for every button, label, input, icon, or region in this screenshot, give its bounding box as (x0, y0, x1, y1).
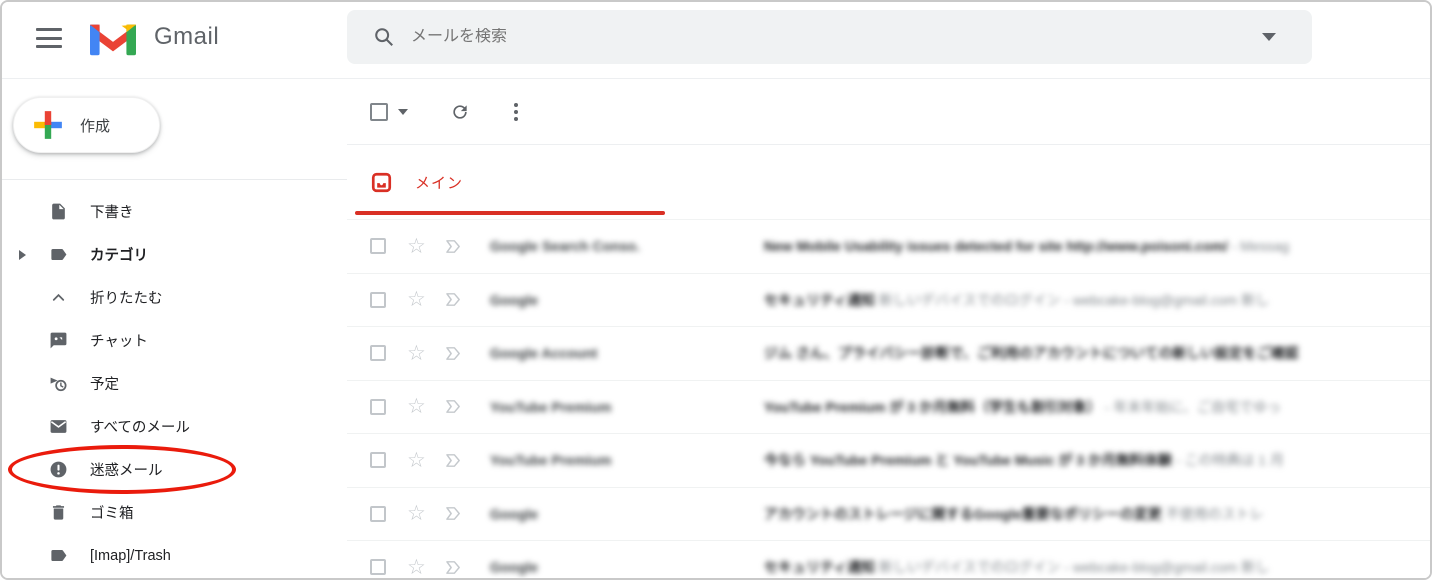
email-row[interactable]: ☆ Google セキュリティ通知 新しいデバイスでのログイン - webcak… (347, 541, 1430, 578)
importance-marker-icon[interactable] (443, 450, 464, 471)
star-icon[interactable]: ☆ (407, 343, 426, 364)
sidebar: 作成 下書きカテゴリ折りたたむチャット予定すべてのメール迷惑メールゴミ箱 [Ima… (2, 79, 347, 578)
sidebar-item-label: [Imap]/Trash (90, 548, 171, 564)
search-icon (373, 26, 395, 48)
sidebar-item-1[interactable]: カテゴリ (2, 233, 347, 276)
email-subject-snippet: アカウントのストレージに関するGoogle重要なポリシーの変更 不使用のストレ (764, 504, 1430, 524)
importance-marker-icon[interactable] (443, 396, 464, 417)
email-row[interactable]: ☆ Google セキュリティ通知 新しいデバイスでのログイン - webcak… (347, 274, 1430, 328)
sidebar-item-label: すべてのメール (90, 416, 190, 437)
gmail-logo-icon (90, 20, 136, 56)
compose-button[interactable]: 作成 (13, 97, 160, 153)
sidebar-item-label: カテゴリ (90, 244, 148, 265)
row-checkbox[interactable] (370, 345, 386, 361)
tab-primary[interactable]: メイン (355, 145, 665, 219)
list-toolbar (347, 79, 1430, 145)
email-subject-snippet: YouTube Premium が 3 か月無料（学生も割引対象） - 年末年始… (764, 397, 1430, 417)
search-options-caret-icon[interactable] (1262, 33, 1276, 41)
trash-icon (48, 503, 68, 523)
sidebar-item-3[interactable]: チャット (2, 319, 347, 362)
spam-icon (48, 460, 68, 480)
importance-marker-icon[interactable] (443, 236, 464, 257)
draft-icon (48, 202, 68, 222)
email-sender: YouTube Premium (490, 399, 752, 415)
email-subject-snippet: 今なら YouTube Premium と YouTube Music が 3 … (764, 450, 1430, 470)
compose-plus-icon (32, 109, 64, 141)
importance-marker-icon[interactable] (443, 557, 464, 578)
email-sender: Google Search Conso. (490, 238, 752, 254)
email-subject-snippet: ジム さん、プライバシー診断で、ご利用のアカウントについての新しい設定をご確認 (764, 343, 1430, 363)
sidebar-item-label: 折りたたむ (90, 287, 163, 308)
sidebar-item-7[interactable]: ゴミ箱 (2, 491, 347, 534)
sidebar-item-4[interactable]: 予定 (2, 362, 347, 405)
tab-primary-label: メイン (415, 172, 463, 193)
sidebar-item-5[interactable]: すべてのメール (2, 405, 347, 448)
email-sender: Google (490, 506, 752, 522)
sidebar-divider (2, 179, 347, 180)
sidebar-item-0[interactable]: 下書き (2, 190, 347, 233)
sidebar-item-label: 下書き (90, 201, 134, 222)
search-input[interactable] (411, 28, 1262, 46)
sidebar-item-label: 予定 (90, 373, 119, 394)
star-icon[interactable]: ☆ (407, 236, 426, 257)
sidebar-item-6[interactable]: 迷惑メール (2, 448, 347, 491)
email-row[interactable]: ☆ Google Account ジム さん、プライバシー診断で、ご利用のアカウ… (347, 327, 1430, 381)
label-icon (48, 546, 68, 566)
email-sender: Google (490, 559, 752, 575)
hamburger-menu-icon[interactable] (36, 28, 62, 48)
tab-active-underline (355, 211, 665, 215)
scheduled-send-icon (48, 374, 68, 394)
email-list: ☆ Google Search Conso. New Mobile Usabil… (347, 220, 1430, 578)
email-sender: Google Account (490, 345, 752, 361)
row-checkbox[interactable] (370, 559, 386, 575)
sidebar-item-8[interactable]: [Imap]/Trash (2, 534, 347, 577)
email-row[interactable]: ☆ Google Search Conso. New Mobile Usabil… (347, 220, 1430, 274)
select-all-checkbox[interactable] (370, 103, 388, 121)
star-icon[interactable]: ☆ (407, 557, 426, 578)
email-subject-snippet: セキュリティ通知 新しいデバイスでのログイン - webcake-blog@gm… (764, 290, 1430, 310)
row-checkbox[interactable] (370, 238, 386, 254)
select-dropdown-caret-icon[interactable] (398, 109, 408, 115)
row-checkbox[interactable] (370, 399, 386, 415)
row-checkbox[interactable] (370, 452, 386, 468)
importance-marker-icon[interactable] (443, 503, 464, 524)
mail-icon (48, 417, 68, 437)
email-subject-snippet: セキュリティ通知 新しいデバイスでのログイン - webcake-blog@gm… (764, 557, 1430, 577)
email-subject-snippet: New Mobile Usability issues detected for… (764, 238, 1430, 254)
more-options-icon[interactable] (510, 99, 522, 125)
sidebar-item-2[interactable]: 折りたたむ (2, 276, 347, 319)
sidebar-nav: 下書きカテゴリ折りたたむチャット予定すべてのメール迷惑メールゴミ箱 [Imap]/… (2, 190, 347, 577)
sidebar-item-label: ゴミ箱 (90, 502, 134, 523)
compose-label: 作成 (80, 115, 110, 136)
email-sender: Google (490, 292, 752, 308)
star-icon[interactable]: ☆ (407, 396, 426, 417)
star-icon[interactable]: ☆ (407, 450, 426, 471)
importance-marker-icon[interactable] (443, 289, 464, 310)
refresh-icon[interactable] (450, 102, 470, 122)
main-pane: メイン ☆ Google Search Conso. New Mobile Us… (347, 79, 1430, 578)
sidebar-item-label: チャット (90, 330, 148, 351)
email-row[interactable]: ☆ YouTube Premium 今なら YouTube Premium と … (347, 434, 1430, 488)
importance-marker-icon[interactable] (443, 343, 464, 364)
expand-arrow-icon[interactable] (19, 250, 26, 260)
email-row[interactable]: ☆ YouTube Premium YouTube Premium が 3 か月… (347, 381, 1430, 435)
chat-icon (48, 331, 68, 351)
inbox-icon (370, 171, 393, 194)
tab-bar: メイン (347, 145, 1430, 220)
chevron-up-icon (48, 288, 68, 308)
star-icon[interactable]: ☆ (407, 503, 426, 524)
sidebar-item-label: 迷惑メール (90, 459, 163, 480)
row-checkbox[interactable] (370, 292, 386, 308)
label-icon (48, 245, 68, 265)
search-bar[interactable] (347, 10, 1312, 64)
star-icon[interactable]: ☆ (407, 289, 426, 310)
header: Gmail (2, 2, 1430, 79)
email-sender: YouTube Premium (490, 452, 752, 468)
app-title: Gmail (154, 23, 219, 51)
email-row[interactable]: ☆ Google アカウントのストレージに関するGoogle重要なポリシーの変更… (347, 488, 1430, 542)
gmail-window: Gmail 作成 下書きカテゴリ折りたたむチャット予定すべてのメール迷惑メールゴ… (0, 0, 1432, 580)
row-checkbox[interactable] (370, 506, 386, 522)
